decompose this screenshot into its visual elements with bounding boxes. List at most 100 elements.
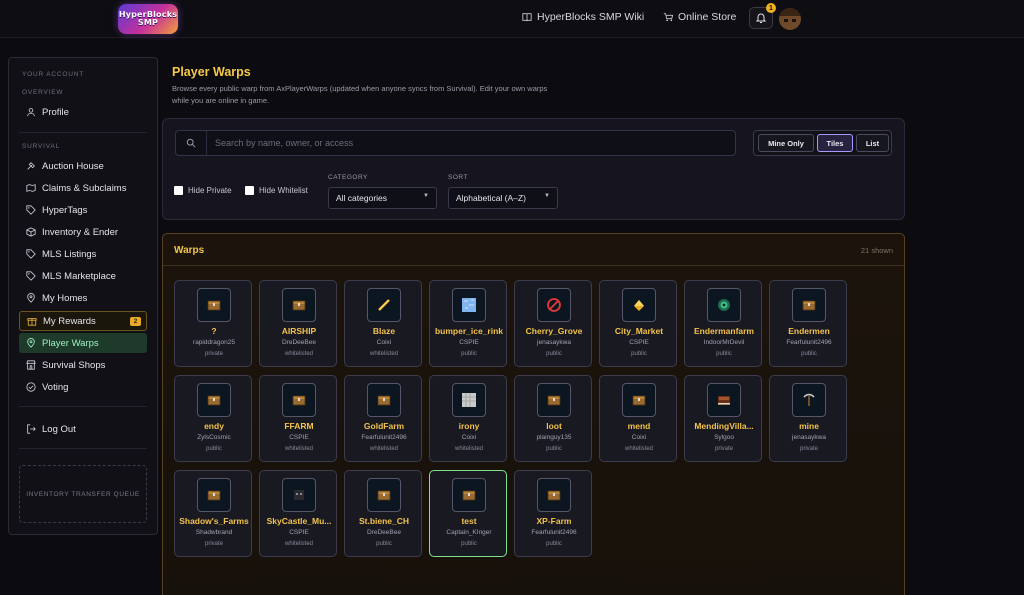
warp-tile[interactable]: bumper_ice_rink CSPIE public [429, 280, 507, 367]
warp-name: loot [546, 421, 562, 431]
sidebar-item-hypertags[interactable]: HyperTags [19, 200, 147, 220]
sidebar-item-profile[interactable]: Profile [19, 102, 147, 122]
warp-tile[interactable]: SkyCastle_Mu... CSPIE whitelisted [259, 470, 337, 557]
warp-tile[interactable]: endy ZylsCosmic public [174, 375, 252, 462]
warp-owner: CSPIE [459, 339, 479, 346]
warp-tile[interactable]: City_Market CSPIE public [599, 280, 677, 367]
warp-tile[interactable]: Blaze Coixi whitelisted [344, 280, 422, 367]
warp-tile[interactable]: mend Coixi whitelisted [599, 375, 677, 462]
warp-access: public [801, 351, 817, 357]
warp-icon-box [197, 478, 231, 512]
logo[interactable]: HyperBlocks SMP [118, 4, 178, 34]
warp-tile[interactable]: irony Coixi whitelisted [429, 375, 507, 462]
warp-access: whitelisted [284, 446, 313, 452]
logout-button[interactable]: Log Out [19, 419, 147, 439]
warp-access: private [204, 541, 223, 547]
warp-owner: DreDeeBee [282, 339, 316, 346]
sidebar-item-mls-marketplace[interactable]: MLS Marketplace [19, 266, 147, 286]
sidebar-item-label: HyperTags [42, 204, 88, 216]
warp-icon-box [452, 383, 486, 417]
search-box [175, 130, 736, 156]
wiki-link[interactable]: HyperBlocks SMP Wiki [522, 11, 644, 23]
chevron-down-icon: ▼ [544, 193, 550, 199]
warp-tile[interactable]: AIRSHIP DreDeeBee whitelisted [259, 280, 337, 367]
sidebar-item-my-homes[interactable]: My Homes [19, 288, 147, 308]
inventory-transfer-queue[interactable]: Inventory Transfer Queue [19, 465, 147, 523]
checkbox-box[interactable] [174, 186, 183, 195]
user-icon [27, 108, 35, 117]
warp-name: Endermanfarm [694, 326, 754, 336]
list-view-button[interactable]: List [856, 134, 889, 152]
warp-tile[interactable]: ? rapiddragon25 private [174, 280, 252, 367]
filter-panel: Mine Only Tiles List Hide Private Hide W… [162, 118, 905, 220]
chest-icon [207, 490, 221, 501]
sidebar-item-my-rewards[interactable]: My Rewards 2 [19, 311, 147, 331]
warp-name: mine [799, 421, 819, 431]
warp-tile[interactable]: GoldFarm Fearfulunit2496 whitelisted [344, 375, 422, 462]
notifications-button[interactable]: 1 [749, 3, 776, 29]
warp-access: public [546, 351, 562, 357]
blaze-rod-icon [378, 299, 390, 311]
warp-tile[interactable]: Shadow's_Farms Shadwbrand private [174, 470, 252, 557]
sidebar-item-inventory[interactable]: Inventory & Ender [19, 222, 147, 242]
warp-access: public [206, 446, 222, 452]
tiles-view-button[interactable]: Tiles [817, 134, 853, 152]
sidebar-item-survival-shops[interactable]: Survival Shops [19, 355, 147, 375]
warp-tile[interactable]: Endermanfarm IndoorMrDevil public [684, 280, 762, 367]
warp-tile[interactable]: Endermen Fearfulunit2496 public [769, 280, 847, 367]
page-description: Browse every public warp from AxPlayerWa… [172, 84, 548, 105]
gold-icon [634, 300, 644, 311]
warp-tile[interactable]: loot plainguy135 public [514, 375, 592, 462]
warp-icon-box [707, 288, 741, 322]
warp-owner: Shadwbrand [195, 529, 233, 536]
page-title: Player Warps [172, 65, 251, 79]
overview-heading: Overview [22, 89, 64, 96]
warp-owner: Sylgoo [714, 434, 734, 441]
warp-tile[interactable]: mine jenasaykwa private [769, 375, 847, 462]
hide-whitelist-checkbox[interactable]: Hide Whitelist [245, 186, 308, 195]
warp-tile[interactable]: Cherry_Grove jenasaykwa public [514, 280, 592, 367]
sidebar-item-voting[interactable]: Voting [19, 377, 147, 397]
sidebar-item-label: Profile [42, 106, 69, 118]
sidebar-item-auction-house[interactable]: Auction House [19, 156, 147, 176]
warp-name: Shadow's_Farms [179, 516, 249, 526]
avatar[interactable] [779, 8, 801, 30]
divider [19, 132, 147, 133]
book-icon [522, 13, 532, 22]
tag-icon [26, 205, 36, 215]
warp-tile[interactable]: MendingVilla... Sylgoo private [684, 375, 762, 462]
store-link[interactable]: Online Store [663, 11, 736, 23]
warp-name: irony [458, 421, 480, 431]
warp-name: endy [204, 421, 224, 431]
checkbox-box[interactable] [245, 186, 254, 195]
warp-tile[interactable]: FFARM CSPIE whitelisted [259, 375, 337, 462]
warp-tile[interactable]: St.biene_CH DreDeeBee public [344, 470, 422, 557]
warp-owner: CSPIE [289, 529, 309, 536]
sidebar-item-label: Survival Shops [42, 359, 106, 371]
sidebar-item-label: My Homes [42, 292, 88, 304]
chest-icon [802, 300, 816, 311]
hide-private-checkbox[interactable]: Hide Private [174, 186, 232, 195]
hide-private-label: Hide Private [188, 186, 232, 195]
sort-select[interactable]: Alphabetical (A–Z) ▼ [448, 187, 558, 209]
search-input[interactable] [206, 131, 735, 155]
mine-only-button[interactable]: Mine Only [758, 134, 814, 152]
pin-icon [27, 338, 35, 348]
chest-icon [207, 395, 221, 406]
category-value: All categories [336, 193, 388, 203]
warp-owner: Captain_KInger [446, 529, 492, 536]
category-select[interactable]: All categories ▼ [328, 187, 437, 209]
sidebar-item-label: Claims & Subclaims [42, 182, 127, 194]
logo-text: HyperBlocks SMP [118, 10, 178, 27]
warp-tile[interactable]: test Captain_KInger public [429, 470, 507, 557]
sidebar-item-claims[interactable]: Claims & Subclaims [19, 178, 147, 198]
warp-name: St.biene_CH [358, 516, 410, 526]
warp-tile[interactable]: XP-Farm Fearfulunit2496 public [514, 470, 592, 557]
warp-access: whitelisted [369, 351, 398, 357]
warp-icon-box [622, 288, 656, 322]
sidebar-item-mls-listings[interactable]: MLS Listings [19, 244, 147, 264]
sidebar-item-player-warps[interactable]: Player Warps [19, 333, 147, 353]
warp-name: FFARM [284, 421, 314, 431]
sidebar: Your Account Overview Profile Survival A… [8, 57, 158, 535]
warp-name: XP-Farm [536, 516, 572, 526]
